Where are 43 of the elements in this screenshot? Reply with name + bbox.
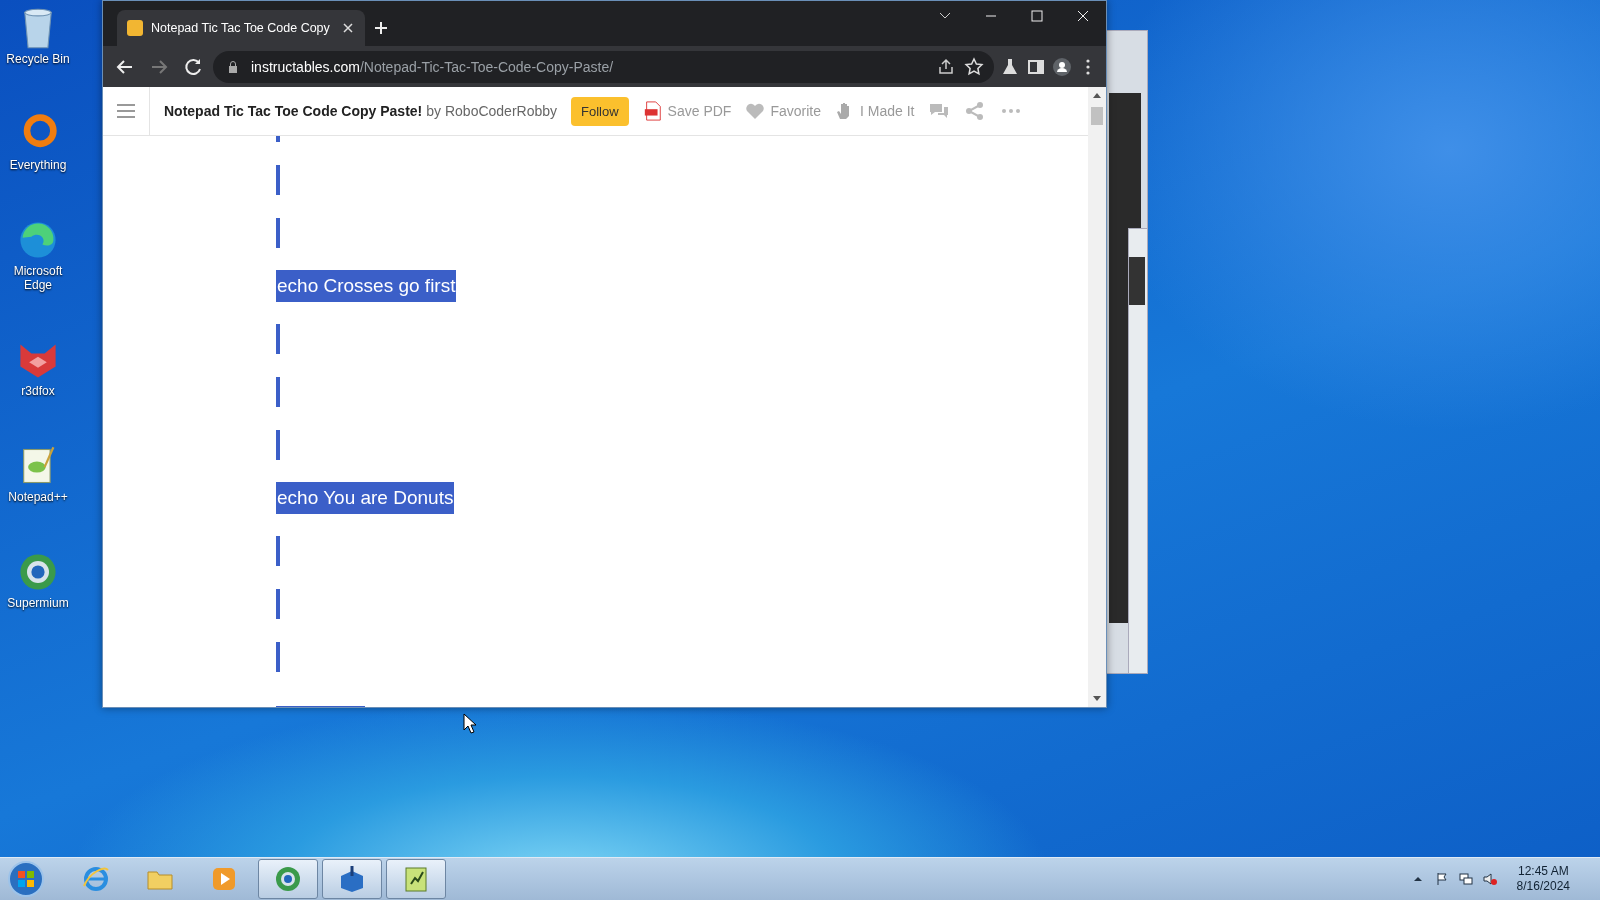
selection-highlight — [276, 323, 280, 354]
scroll-down-icon[interactable] — [1092, 695, 1102, 703]
address-bar[interactable]: instructables.com/Notepad-Tic-Tac-Toe-Code-Copy-Paste/ — [213, 50, 994, 83]
selection-highlight — [276, 429, 280, 460]
taskbar-button[interactable] — [322, 859, 382, 899]
desktop-icon-label[interactable]: Recycle Bin — [3, 52, 73, 66]
author-byline[interactable]: by RoboCoderRobby — [426, 103, 558, 119]
clock-date: 8/16/2024 — [1516, 879, 1570, 894]
follow-button[interactable]: Follow — [571, 96, 629, 126]
desktop-icon-label[interactable]: Supermium — [3, 596, 73, 610]
selection-highlight — [276, 588, 280, 619]
network-icon[interactable] — [1458, 872, 1473, 886]
scrollbar[interactable] — [1088, 87, 1106, 707]
flag-icon[interactable] — [1434, 872, 1449, 886]
selection-highlight — [276, 376, 280, 407]
scrollbar-thumb[interactable] — [1091, 107, 1103, 125]
clock[interactable]: 12:45 AM 8/16/2024 — [1516, 864, 1570, 894]
browser-tab[interactable]: Notepad Tic Tac Toe Code Copy — [117, 10, 365, 46]
scroll-up-icon[interactable] — [1092, 91, 1102, 99]
taskbar-button[interactable] — [258, 859, 318, 899]
desktop-icon-label[interactable]: Everything — [3, 158, 73, 172]
globe-icon — [273, 864, 303, 894]
flask-icon[interactable] — [1000, 56, 1020, 77]
mouse-cursor-icon — [463, 713, 477, 734]
muted-speaker-icon[interactable] — [1482, 872, 1497, 886]
desktop-icon-label[interactable]: Microsoft Edge — [3, 264, 73, 292]
browser-e-icon — [81, 864, 111, 894]
clock-time: 12:45 AM — [1517, 864, 1569, 879]
pdf-icon — [642, 101, 663, 121]
desktop-icon-label[interactable]: Notepad++ — [3, 490, 73, 504]
close-icon[interactable] — [341, 21, 355, 35]
project-title: Notepad Tic Tac Toe Code Copy Paste! — [164, 103, 423, 119]
new-tab-icon[interactable] — [373, 20, 389, 36]
heart-icon — [745, 101, 766, 121]
taskbar-button[interactable] — [386, 859, 446, 899]
selection-highlight — [276, 641, 280, 672]
star-icon[interactable] — [964, 56, 984, 77]
profile-icon[interactable] — [1052, 56, 1072, 77]
selection-highlight — [276, 535, 280, 566]
share-icon[interactable] — [936, 56, 956, 77]
selection-highlight — [276, 217, 280, 248]
selection-highlight — [276, 164, 280, 195]
desktop-icon-label[interactable]: r3dfox — [3, 384, 73, 398]
